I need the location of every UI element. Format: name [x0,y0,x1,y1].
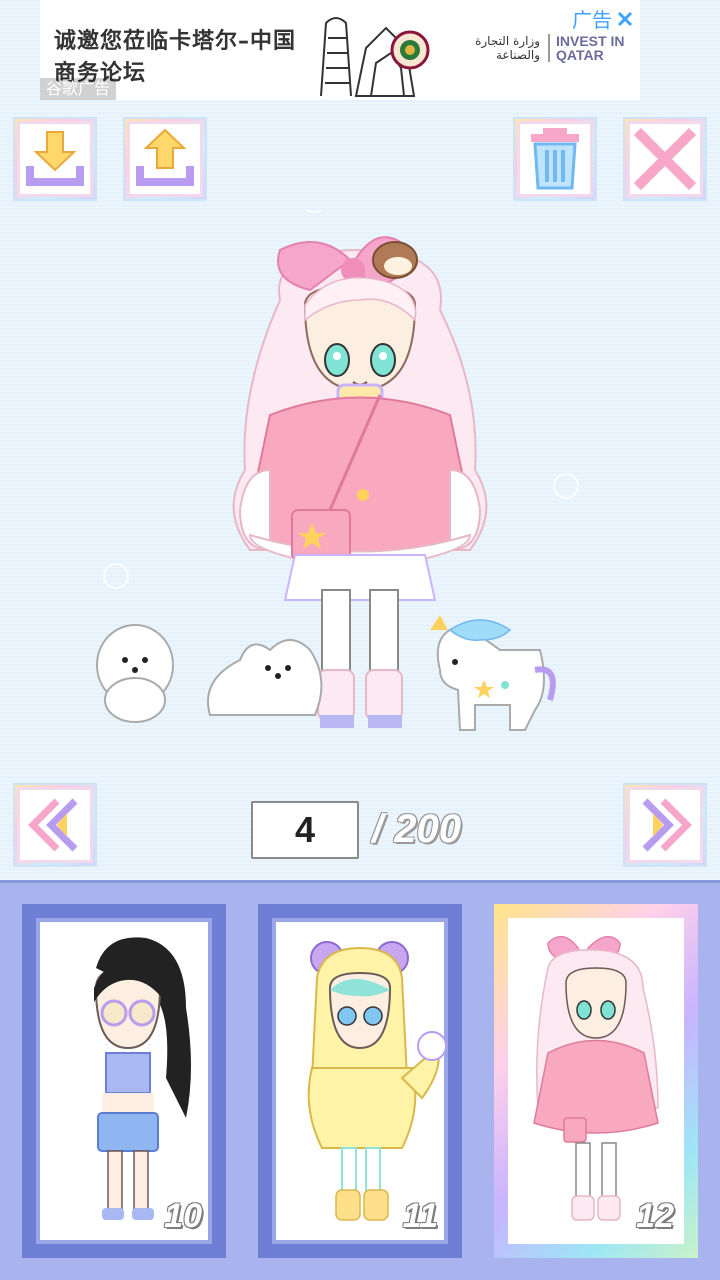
pet-maltese [96,624,174,723]
character-thumbnail [94,937,191,1220]
pet-pomeranian [207,639,323,716]
ad-corner-label: 广告 [572,8,612,32]
slot-number: 10 [164,1197,202,1235]
ad-banner[interactable]: 诚邀您莅临卡塔尔–中国商务论坛 وزارة التجارة والصناعة I… [40,0,640,100]
ad-arabic-text: وزارة التجارة والصناعة [475,34,540,62]
character-thumbnail [307,941,447,1221]
slot-card-10[interactable]: 10 [22,904,226,1258]
double-chevron-left-icon [28,798,78,852]
close-button[interactable] [624,118,706,200]
ministry-seal-icon [390,30,430,70]
character-scene [96,210,579,731]
download-icon [26,131,84,186]
ad-label: 谷歌广告 [40,78,117,100]
close-icon[interactable] [616,10,634,28]
upload-button[interactable] [124,118,206,200]
slot-number: 12 [636,1197,674,1235]
trash-icon [531,128,579,190]
upload-icon [136,128,194,186]
ad-invest-logo: INVEST IN QATAR [548,34,634,62]
close-icon [633,127,697,191]
character-thumbnail [533,935,659,1221]
slot-card-11[interactable]: 11 [258,904,462,1258]
delete-button[interactable] [514,118,596,200]
download-button[interactable] [14,118,96,200]
pet-unicorn [430,615,556,731]
slot-card-12[interactable]: 12 [494,904,698,1258]
next-page-button[interactable] [624,784,706,866]
ad-corner[interactable]: 广告 [572,4,634,33]
prev-page-button[interactable] [14,784,96,866]
double-chevron-right-icon [642,798,692,852]
slot-number: 11 [402,1197,438,1235]
page-number-input[interactable]: 4 [251,801,359,859]
page-total: / 200 [372,807,461,851]
